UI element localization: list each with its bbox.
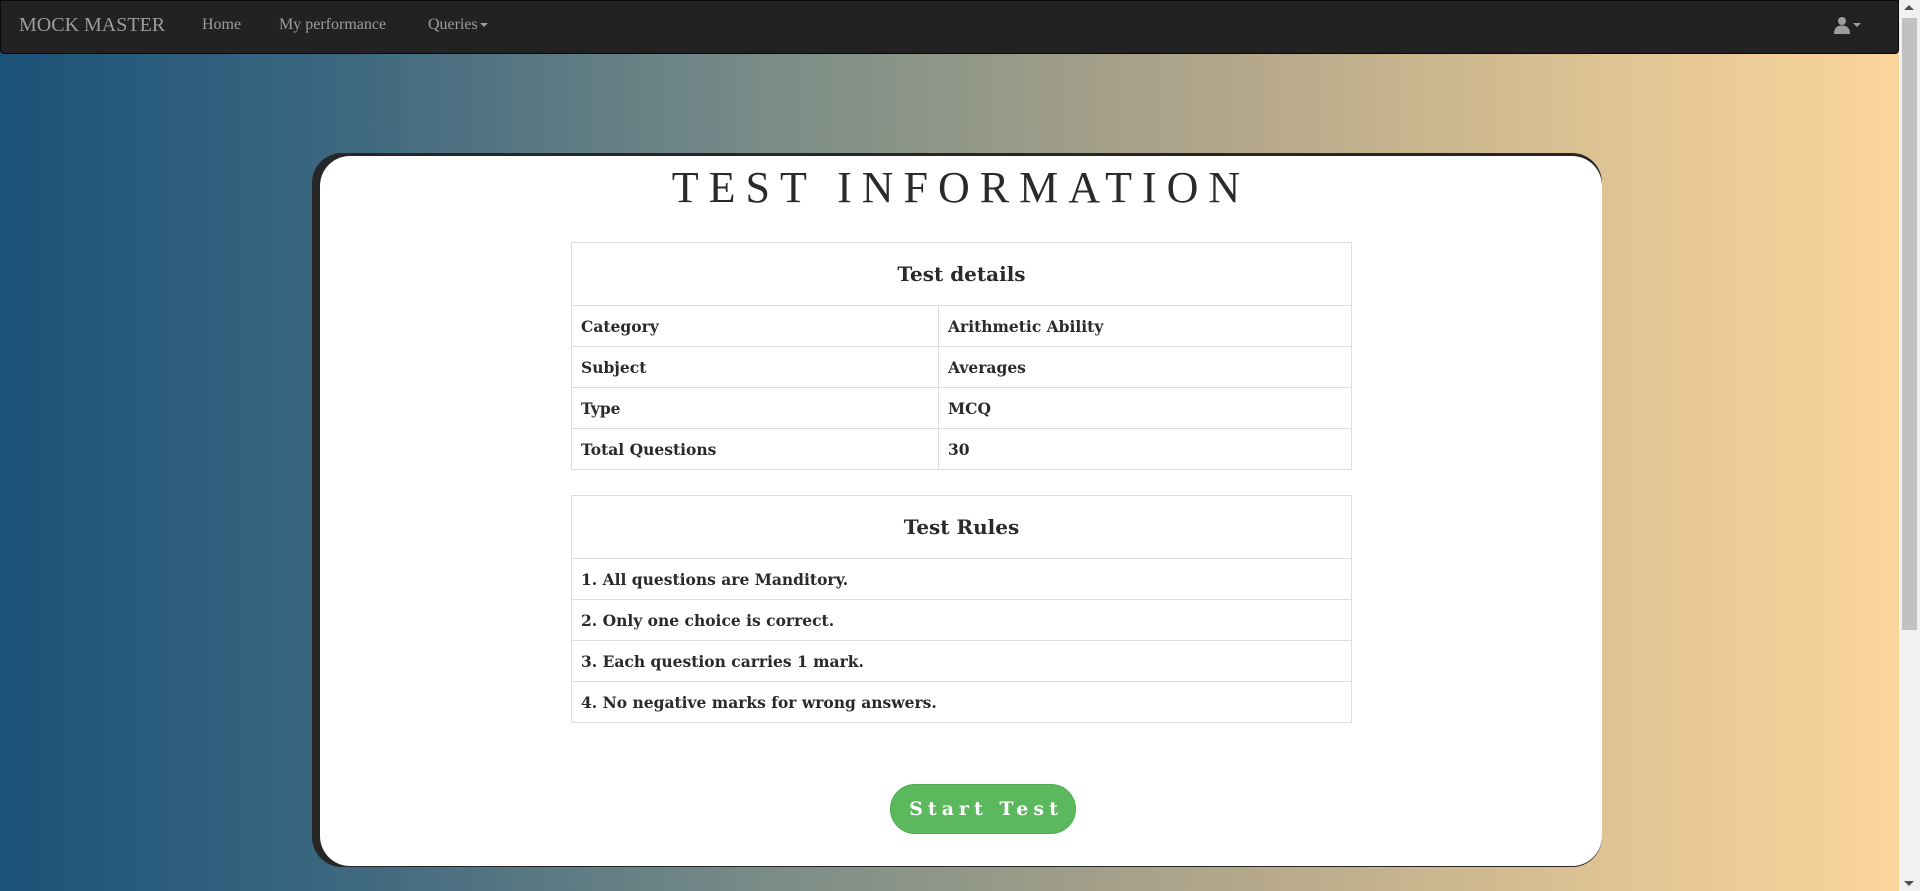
table-row: 4. No negative marks for wrong answers.	[571, 681, 1352, 723]
table-row: Total Questions 30	[571, 428, 1352, 470]
table-row: Subject Averages	[571, 346, 1352, 388]
test-details-heading: Test details	[571, 242, 1352, 306]
test-rules-table: Test Rules 1. All questions are Manditor…	[571, 495, 1352, 723]
user-menu-dropdown[interactable]	[1833, 15, 1861, 35]
nav-my-performance-link[interactable]: My performance	[279, 16, 386, 34]
nav-home-link[interactable]: Home	[202, 16, 241, 34]
detail-label: Subject	[571, 346, 939, 388]
top-navbar: MOCK MASTER Home My performance Queries	[0, 0, 1899, 54]
table-header-row: Test Rules	[571, 495, 1352, 559]
detail-label: Category	[571, 305, 939, 347]
detail-label: Type	[571, 387, 939, 429]
rule-item: 4. No negative marks for wrong answers.	[571, 681, 1352, 723]
page-title: TEST INFORMATION	[671, 163, 1251, 212]
page-scrollbar[interactable]	[1899, 0, 1920, 891]
rule-item: 2. Only one choice is correct.	[571, 599, 1352, 641]
chevron-down-icon	[1853, 23, 1861, 27]
start-test-button[interactable]: Start Test	[890, 784, 1076, 834]
test-information-card: TEST INFORMATION Test details Category A…	[320, 156, 1602, 866]
brand-link[interactable]: MOCK MASTER	[19, 14, 165, 37]
rule-item: 1. All questions are Manditory.	[571, 558, 1352, 600]
scroll-up-arrow-icon[interactable]	[1904, 5, 1914, 10]
scroll-down-arrow-icon[interactable]	[1904, 881, 1914, 886]
user-icon	[1834, 17, 1850, 34]
detail-value: MCQ	[938, 387, 1352, 429]
table-row: Category Arithmetic Ability	[571, 305, 1352, 347]
detail-value: 30	[938, 428, 1352, 470]
table-header-row: Test details	[571, 242, 1352, 306]
rule-item: 3. Each question carries 1 mark.	[571, 640, 1352, 682]
table-row: 3. Each question carries 1 mark.	[571, 640, 1352, 682]
detail-value: Averages	[938, 346, 1352, 388]
test-rules-heading: Test Rules	[571, 495, 1352, 559]
chevron-down-icon	[479, 23, 488, 28]
test-details-table: Test details Category Arithmetic Ability…	[571, 242, 1352, 470]
table-row: Type MCQ	[571, 387, 1352, 429]
nav-queries-dropdown[interactable]: Queries	[428, 16, 488, 34]
table-row: 1. All questions are Manditory.	[571, 558, 1352, 600]
detail-label: Total Questions	[571, 428, 939, 470]
detail-value: Arithmetic Ability	[938, 305, 1352, 347]
scrollbar-thumb[interactable]	[1902, 18, 1917, 630]
table-row: 2. Only one choice is correct.	[571, 599, 1352, 641]
nav-queries-label: Queries	[428, 16, 478, 33]
